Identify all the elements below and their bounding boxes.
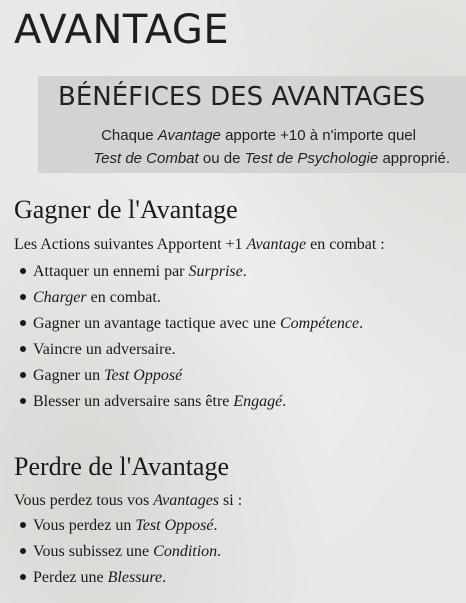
benefits-box: BÉNÉFICES DES AVANTAGES Chaque Avantage … — [38, 76, 466, 173]
item-text: Vous perdez un — [33, 517, 136, 534]
item-text: Vaincre un adversaire. — [33, 341, 176, 358]
list-item: Vous subissez une Condition. — [20, 539, 221, 565]
gain-section-title: Gagner de l'Avantage — [14, 195, 238, 224]
gain-intro-b: Avantage — [246, 236, 307, 253]
item-text: Blesser un adversaire sans être — [33, 393, 234, 410]
list-item: Perdez une Blessure. — [20, 565, 221, 591]
item-text: Perdez une — [33, 569, 108, 586]
item-suffix: en combat. — [86, 289, 161, 306]
lose-intro: Vous perdez tous vos Avantages si : — [14, 492, 242, 510]
bullet-icon — [20, 268, 26, 275]
item-emphasis: Surprise — [188, 263, 243, 280]
list-item: Charger en combat. — [20, 285, 363, 311]
bullet-icon — [20, 574, 26, 581]
list-item: Gagner un Test Opposé — [20, 363, 363, 389]
item-text: Gagner un — [33, 367, 105, 384]
list-item: Gagner un avantage tactique avec une Com… — [20, 311, 363, 337]
item-text: Gagner un avantage tactique avec une — [33, 315, 280, 332]
benefits-line-2-b: ou de — [198, 150, 245, 167]
list-item: Vaincre un adversaire. — [20, 337, 363, 363]
item-suffix: . — [162, 569, 167, 586]
bullet-icon — [20, 372, 26, 379]
list-item: Blesser un adversaire sans être Engagé. — [20, 389, 363, 415]
item-text: Vous subissez une — [33, 543, 154, 560]
bullet-icon — [20, 398, 26, 405]
page-title: AVANTAGE — [14, 7, 230, 53]
item-emphasis: Test Opposé — [104, 367, 183, 384]
item-emphasis: Test Opposé — [135, 517, 214, 534]
bullet-icon — [20, 346, 26, 353]
bullet-icon — [20, 320, 26, 327]
benefits-line-2: Test de Combat ou de Test de Psychologie… — [38, 147, 458, 170]
item-emphasis: Condition — [153, 543, 218, 560]
list-item: Vous perdez un Test Opposé. — [20, 513, 221, 539]
item-emphasis: Engagé — [233, 393, 283, 410]
gain-list: Attaquer un ennemi par Surprise. Charger… — [20, 259, 363, 415]
lose-section-title: Perdre de l'Avantage — [14, 452, 229, 481]
item-emphasis: Blessure — [107, 569, 163, 586]
bullet-icon — [20, 548, 26, 555]
gain-intro-a: Les Actions suivantes Apportent +1 — [14, 236, 247, 253]
benefits-line-2-d: approprié. — [378, 150, 450, 167]
item-emphasis: Charger — [33, 289, 87, 306]
benefits-line-1-a: Chaque — [101, 127, 158, 144]
benefits-line-1: Chaque Avantage apporte +10 à n'importe … — [38, 124, 458, 147]
list-item: Attaquer un ennemi par Surprise. — [20, 259, 363, 285]
item-suffix: . — [359, 315, 364, 332]
benefits-text: Chaque Avantage apporte +10 à n'importe … — [38, 124, 466, 170]
benefits-line-1-c: apporte +10 à n'importe quel — [220, 127, 416, 144]
benefits-line-1-b: Avantage — [157, 127, 221, 144]
gain-intro: Les Actions suivantes Apportent +1 Avant… — [14, 236, 385, 254]
lose-intro-c: si : — [219, 492, 243, 509]
bullet-icon — [20, 294, 26, 301]
lose-intro-a: Vous perdez tous vos — [14, 492, 154, 509]
item-suffix: . — [242, 263, 247, 280]
item-suffix: . — [282, 393, 287, 410]
benefits-line-2-c: Test de Psychologie — [244, 150, 379, 167]
lose-intro-b: Avantages — [153, 492, 220, 509]
bullet-icon — [20, 522, 26, 529]
gain-intro-c: en combat : — [306, 236, 385, 253]
item-suffix: . — [213, 517, 218, 534]
item-text: Attaquer un ennemi par — [33, 263, 189, 280]
item-emphasis: Compétence — [279, 315, 360, 332]
item-suffix: . — [217, 543, 222, 560]
benefits-line-2-a: Test de Combat — [93, 150, 199, 167]
benefits-title: BÉNÉFICES DES AVANTAGES — [58, 82, 426, 112]
lose-list: Vous perdez un Test Opposé. Vous subisse… — [20, 513, 221, 591]
